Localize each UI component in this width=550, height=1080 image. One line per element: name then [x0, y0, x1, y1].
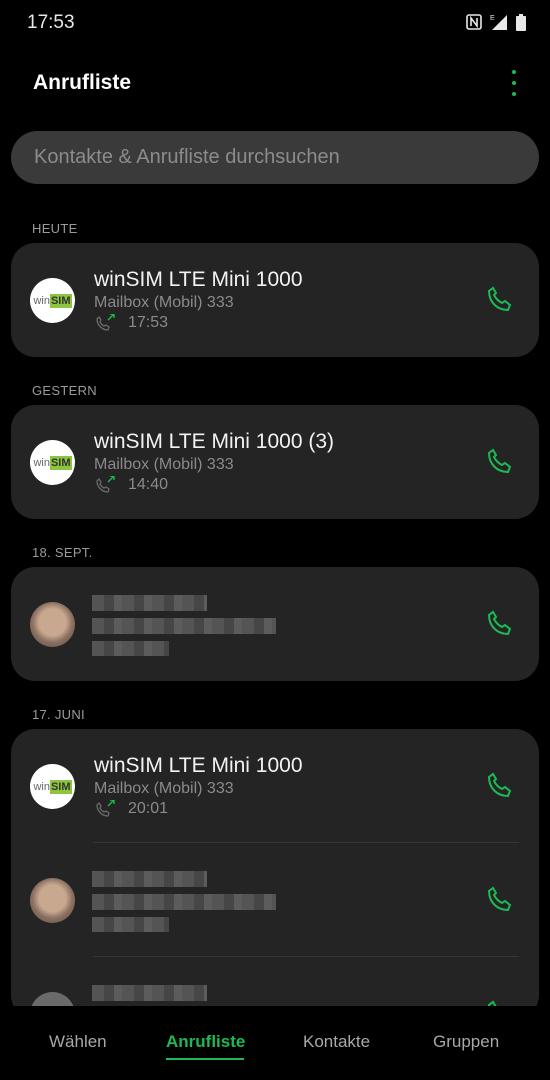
call-meta: 17:53	[94, 314, 168, 332]
section-label-sept: 18. SEPT.	[32, 545, 93, 560]
call-log-entry[interactable]: win SIM winSIM LTE Mini 1000 (3) Mailbox …	[11, 405, 539, 519]
contact-number: Mailbox (Mobil) 333	[94, 456, 234, 473]
contact-name: winSIM LTE Mini 1000 (3)	[94, 430, 335, 453]
search-placeholder: Kontakte & Anrufliste durchsuchen	[34, 146, 340, 168]
section-label-gestern: GESTERN	[32, 383, 97, 398]
avatar: win SIM	[30, 764, 75, 809]
section-label-heute: HEUTE	[32, 221, 78, 236]
avatar: win SIM	[30, 278, 75, 323]
call-log-list[interactable]: Anrufliste Kontakte & Anrufliste durchsu…	[0, 0, 550, 1006]
call-meta: 20:01	[94, 800, 168, 818]
avatar	[30, 878, 75, 923]
section-label-juni: 17. JUNI	[32, 707, 85, 722]
avatar-logo-text: win	[33, 780, 50, 793]
call-meta: 14:40	[94, 476, 168, 494]
avatar-logo-text: SIM	[49, 779, 72, 794]
page-title: Anrufliste	[33, 71, 132, 94]
contact-number: Mailbox (Mobil) 333	[94, 294, 234, 311]
tab-gruppen[interactable]: Gruppen	[433, 1032, 499, 1052]
redacted-time	[92, 917, 169, 932]
call-log-entry-redacted[interactable]	[11, 843, 539, 957]
call-time: 20:01	[128, 800, 169, 817]
avatar: win SIM	[30, 440, 75, 485]
contact-name: winSIM LTE Mini 1000	[94, 754, 303, 777]
call-log-card: win SIM winSIM LTE Mini 1000 Mailbox (Mob…	[11, 243, 539, 357]
tab-anrufliste[interactable]: Anrufliste	[166, 1032, 245, 1052]
avatar-logo-text: SIM	[49, 455, 72, 470]
phone-icon[interactable]	[484, 447, 514, 477]
avatar-logo-text: win	[33, 294, 50, 307]
redacted-name	[92, 595, 207, 611]
redacted-number	[92, 894, 276, 910]
call-log-card: win SIM winSIM LTE Mini 1000 (3) Mailbox …	[11, 405, 539, 519]
avatar-logo-text: SIM	[49, 293, 72, 308]
tab-waehlen[interactable]: Wählen	[49, 1032, 107, 1052]
contact-name: winSIM LTE Mini 1000	[94, 268, 303, 291]
call-log-entry[interactable]: win SIM winSIM LTE Mini 1000 Mailbox (Mob…	[11, 243, 539, 357]
call-time: 14:40	[128, 476, 169, 493]
contact-number: Mailbox (Mobil) 333	[94, 780, 234, 797]
redacted-number	[92, 618, 276, 634]
phone-icon[interactable]	[484, 771, 514, 801]
avatar	[30, 602, 75, 647]
more-vert-icon[interactable]	[504, 68, 524, 98]
app-bar: Anrufliste	[0, 60, 550, 108]
avatar-logo-text: win	[33, 456, 50, 469]
tab-kontakte[interactable]: Kontakte	[303, 1032, 370, 1052]
redacted-time	[92, 641, 169, 656]
outgoing-call-icon	[96, 314, 115, 331]
phone-icon[interactable]	[484, 609, 514, 639]
call-log-entry-redacted[interactable]	[11, 957, 539, 1006]
redacted-name	[92, 985, 207, 1001]
redacted-name	[92, 871, 207, 887]
phone-icon[interactable]	[484, 885, 514, 915]
outgoing-call-icon	[96, 800, 115, 817]
call-log-entry[interactable]: win SIM winSIM LTE Mini 1000 Mailbox (Mob…	[11, 729, 539, 843]
call-log-card: win SIM winSIM LTE Mini 1000 Mailbox (Mob…	[11, 729, 539, 1006]
phone-icon[interactable]	[484, 999, 514, 1006]
bottom-navigation: Wählen Anrufliste Kontakte Gruppen	[0, 1006, 550, 1080]
avatar	[30, 992, 75, 1006]
search-input[interactable]: Kontakte & Anrufliste durchsuchen	[11, 131, 539, 184]
active-tab-indicator	[166, 1058, 244, 1060]
call-time: 17:53	[128, 314, 169, 331]
outgoing-call-icon	[96, 476, 115, 493]
call-log-card	[11, 567, 539, 681]
call-log-entry-redacted[interactable]	[11, 567, 539, 681]
phone-icon[interactable]	[484, 285, 514, 315]
